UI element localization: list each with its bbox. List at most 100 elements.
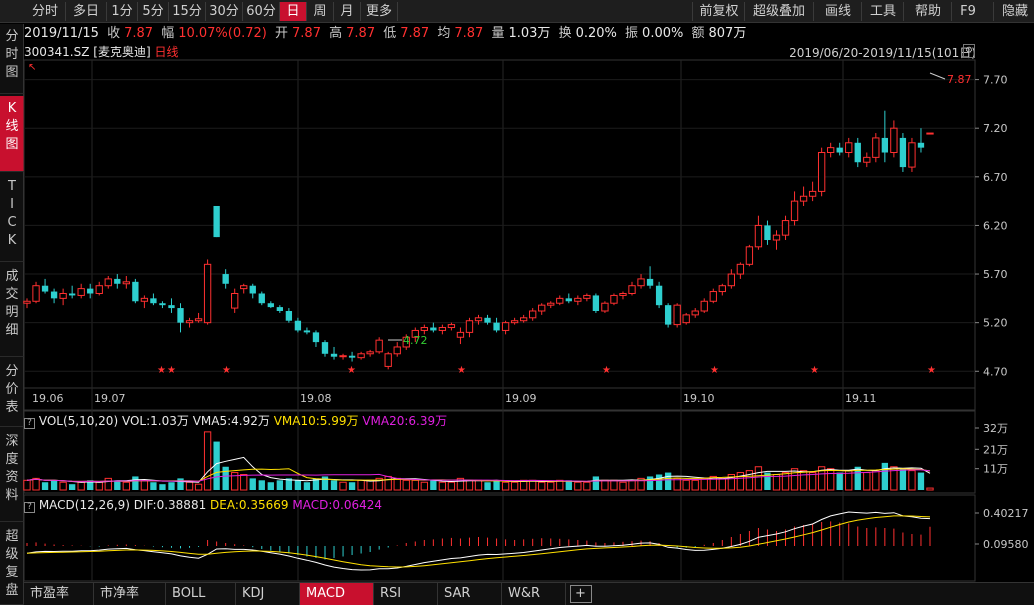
candle-body [718, 285, 726, 293]
indicator-tab-0[interactable]: 市盈率 [24, 583, 94, 605]
volume-bar [538, 481, 546, 491]
event-star-icon: ★ [457, 365, 466, 376]
candle-body [727, 273, 736, 287]
candle-body [375, 339, 383, 353]
candle-body [339, 355, 347, 358]
volume-bar [150, 482, 157, 490]
add-indicator-icon[interactable]: + [570, 585, 592, 603]
candle-body [150, 298, 157, 304]
indicator-tab-2[interactable]: BOLL [166, 583, 236, 605]
volume-bar [881, 462, 889, 490]
candle-body [764, 225, 771, 241]
candle-body [23, 300, 31, 304]
volume-bar [95, 481, 103, 491]
volume-bar [104, 477, 112, 491]
volume-bar [628, 479, 636, 491]
volume-bar [348, 482, 356, 490]
volume-settings-icon[interactable]: ? [24, 418, 35, 429]
volume-bar [393, 477, 401, 491]
volume-bar [682, 479, 690, 491]
x-tick-label: 19.06 [32, 392, 64, 405]
volume-value-label: VOL:1.03万 [121, 414, 189, 428]
min-price-marker: 4.72 [403, 334, 428, 347]
macd-value-label: MACD:0.06424 [292, 498, 383, 512]
volume-bar [231, 472, 239, 491]
x-tick-label: 19.10 [683, 392, 715, 405]
volume-bar [303, 482, 311, 490]
candle-body [213, 205, 220, 238]
candle-body [465, 320, 474, 333]
candle-body [50, 291, 58, 299]
volume-bar [59, 481, 67, 491]
event-star-icon: ★ [157, 365, 166, 376]
candle-body [664, 305, 672, 325]
macd-settings-icon[interactable]: ? [24, 502, 35, 513]
vma20-label: VMA20:6.39万 [362, 414, 448, 428]
volume-bar [547, 481, 555, 491]
candle-body [41, 285, 49, 292]
volume-bar [899, 468, 907, 490]
candle-body [140, 297, 149, 302]
volume-title: VOL(5,10,20) [38, 414, 119, 428]
candle-body [312, 332, 320, 343]
kline-frame [23, 59, 976, 411]
candle-body [68, 293, 76, 296]
candle-body [77, 288, 85, 296]
candle-body [610, 294, 618, 304]
volume-bar [646, 476, 654, 490]
volume-bar [321, 476, 329, 490]
candle-body [908, 142, 916, 168]
volume-bar [908, 470, 916, 491]
candle-body [168, 305, 175, 309]
macd-title: MACD(12,26,9) [38, 498, 130, 512]
volume-bar [592, 476, 600, 490]
volume-bar [574, 481, 582, 491]
volume-bar [926, 487, 934, 491]
volume-bar [664, 472, 672, 490]
event-star-icon: ★ [222, 365, 231, 376]
candle-body [863, 156, 871, 163]
volume-bar [484, 482, 491, 490]
candle-body [185, 320, 194, 324]
volume-bar [41, 482, 49, 490]
volume-bar [77, 481, 85, 491]
volume-bar [700, 477, 708, 491]
macd-panel-header: ? MACD(12,26,9) DIF:0.38881 DEA:0.35669 … [24, 497, 382, 513]
volume-bar [122, 481, 130, 491]
candle-body [501, 322, 510, 331]
volume-bar [493, 480, 500, 490]
indicator-tab-7[interactable]: W&R [502, 583, 566, 605]
candle-body [438, 327, 447, 331]
max-marker-line [929, 72, 946, 80]
y-tick-label: 6.70 [983, 171, 1008, 184]
candle-body [926, 132, 934, 135]
indicator-tab-3[interactable]: KDJ [236, 583, 300, 605]
volume-bar [529, 479, 537, 491]
candle-body [104, 278, 112, 287]
vma5-label: VMA5:4.92万 [192, 414, 270, 428]
volume-bar [68, 484, 76, 490]
indicator-tabs: 市盈率 市净率 BOLL KDJ MACD RSI SAR W&R + [24, 582, 1034, 605]
x-tick-label: 19.07 [94, 392, 126, 405]
volume-bar [836, 472, 843, 490]
candle-body [87, 288, 94, 294]
volume-bar [267, 482, 274, 490]
volume-bar [384, 475, 392, 491]
indicator-tab-6[interactable]: SAR [438, 583, 502, 605]
volume-bar [114, 480, 121, 490]
volume-bar [447, 481, 456, 491]
volume-bar [168, 482, 175, 490]
candle-body [484, 317, 491, 323]
candle-body [781, 220, 790, 236]
candle-body [745, 246, 754, 265]
indicator-tab-1[interactable]: 市净率 [94, 583, 166, 605]
indicator-tab-4[interactable]: MACD [300, 583, 374, 605]
candle-body [294, 320, 302, 331]
volume-panel-header: ? VOL(5,10,20) VOL:1.03万 VMA5:4.92万 VMA1… [24, 413, 447, 429]
kline-app: 分时 多日 1分 5分 15分 30分 60分日周月更多 前复权 超级叠加 画线 工具 帮助 F9 隐藏 … [0, 0, 1034, 605]
candle-body [700, 300, 708, 312]
kline-chart-svg: 19.06 19.07 19.08 19.09 19.10 19.11 7.70 7.20 6.… [23, 59, 1029, 582]
candle-body [330, 353, 338, 357]
indicator-tab-5[interactable]: RSI [374, 583, 438, 605]
volume-bar [258, 480, 265, 490]
